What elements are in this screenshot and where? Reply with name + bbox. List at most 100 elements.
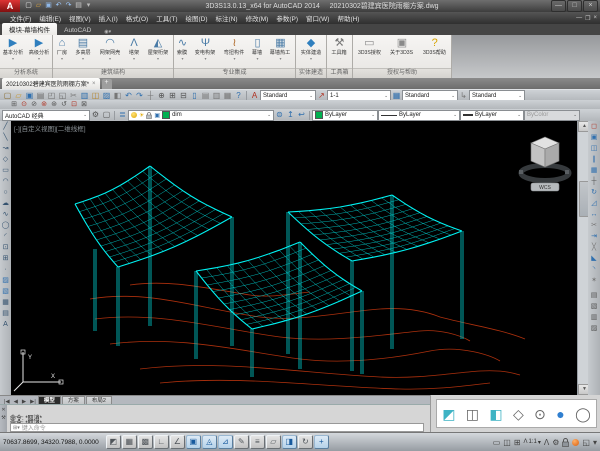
copy-object-icon[interactable]: ▣ (589, 132, 600, 143)
publish-icon[interactable]: ◱ (57, 91, 68, 101)
ribbon-curtainwall-button[interactable]: ▯ 幕墙 ▾ (251, 35, 263, 68)
dynamic-input-toggle[interactable]: ✎ (234, 435, 249, 449)
ribbon-basic-analysis-button[interactable]: ▶ 基本分析 ▾ (1, 35, 25, 68)
menu-item[interactable]: 参数(P) (272, 13, 302, 23)
snap-mode-toggle[interactable]: ▦ (122, 435, 137, 449)
file-tab-close-icon[interactable]: × (92, 81, 96, 87)
qat-open-icon[interactable]: ▱ (34, 1, 43, 11)
transparency-toggle[interactable]: ▱ (266, 435, 281, 449)
send-to-back-icon[interactable]: ▧ (589, 301, 600, 312)
maximize-button[interactable]: □ (567, 0, 582, 12)
object-color-combo[interactable]: ByLayer⌄ (312, 110, 378, 121)
vs-wireframe-icon[interactable]: ◫ (466, 404, 479, 424)
ribbon-factory-button[interactable]: ⌂ 厂房 ▾ (56, 35, 68, 68)
layer-on-bulb-icon[interactable] (131, 112, 137, 118)
ribbon-tab-module[interactable]: 模块-幕墙构件 (2, 23, 57, 35)
performance-tuner-icon[interactable] (572, 439, 579, 446)
extend-icon[interactable]: ⇥ (589, 231, 600, 242)
ellipse-icon[interactable]: ◯ (0, 220, 11, 231)
menu-item[interactable]: 工具(T) (152, 13, 181, 23)
workspace-settings-gear-icon[interactable]: ⚙ (90, 110, 101, 120)
ribbon-spaceframe-button[interactable]: ◠ 网架网壳 ▾ (98, 35, 122, 68)
zoom-realtime-icon[interactable]: ⊕ (156, 91, 167, 101)
point-icon[interactable]: · (0, 264, 11, 275)
vs-hidden-icon[interactable]: ◧ (489, 404, 502, 424)
close-button[interactable]: × (583, 0, 598, 12)
break-icon[interactable]: ╳ (589, 242, 600, 253)
vs-conceptual-icon[interactable]: ⊙ (534, 404, 546, 424)
grid-display-toggle[interactable]: ▩ (138, 435, 153, 449)
app-logo[interactable]: A (0, 0, 20, 12)
make-block-icon[interactable]: ⊞ (0, 253, 11, 264)
command-window-grip[interactable]: ✕ ⚒ (0, 405, 7, 435)
doc-minimize-button[interactable]: — (576, 15, 582, 22)
ribbon-twisted-member-button[interactable]: ≀ 弯扭构件 ▾ (222, 35, 246, 68)
command-window[interactable]: ✕ ⚒ 命令: *取消*命令: *取消*命令: <切换到: 模型>重生成模型 -… (0, 404, 430, 433)
menu-item[interactable]: 帮助(H) (333, 13, 363, 23)
ribbon-multistory-button[interactable]: ▤ 多高层 ▾ (74, 35, 92, 68)
block-editor-icon[interactable]: ◧ (112, 91, 123, 101)
ucs-previous-icon[interactable]: ↺ (59, 101, 69, 109)
vs-realistic-icon[interactable]: ◇ (513, 404, 524, 424)
polar-tracking-toggle[interactable]: ∠ (170, 435, 185, 449)
annotation-monitor-toggle[interactable]: + (314, 435, 329, 449)
send-under-icon[interactable]: ▨ (589, 323, 600, 334)
clean-screen-icon[interactable]: ◱ (582, 438, 590, 447)
dynamic-ucs-toggle[interactable]: ⊿ (218, 435, 233, 449)
doc-restore-button[interactable]: ❐ (585, 15, 590, 22)
annotation-visibility-icon[interactable]: Λ (544, 438, 549, 447)
cut-icon[interactable]: ✂ (68, 91, 79, 101)
ortho-mode-toggle[interactable]: ∟ (154, 435, 169, 449)
view-cube[interactable]: WCS (519, 137, 569, 191)
explode-icon[interactable]: ✶ (589, 275, 600, 286)
offset-icon[interactable]: ∥ (589, 154, 600, 165)
bring-to-front-icon[interactable]: ▤ (589, 290, 600, 301)
quick-properties-toggle[interactable]: ◨ (282, 435, 297, 449)
design-center-icon[interactable]: ▤ (200, 91, 211, 101)
ucs-object-icon[interactable]: ⊚ (39, 101, 49, 109)
undo-icon[interactable]: ↶ (123, 91, 134, 101)
rectangle-icon[interactable]: ▭ (0, 165, 11, 176)
qat-undo-icon[interactable]: ↶ (54, 1, 63, 11)
ucs-z-axis-icon[interactable]: ⊠ (79, 101, 89, 109)
qat-plot-icon[interactable]: ▤ (74, 1, 83, 11)
new-icon[interactable]: ▢ (2, 91, 13, 101)
construction-line-icon[interactable]: ╲ (0, 132, 11, 143)
menu-item[interactable]: 绘图(D) (182, 13, 212, 23)
ribbon-solid-build-button[interactable]: ◆ 实体建造 ▾ (299, 35, 323, 68)
zoom-previous-icon[interactable]: ⊟ (178, 91, 189, 101)
save-icon[interactable]: ▣ (24, 91, 35, 101)
ucs-origin-icon[interactable]: ⊡ (69, 101, 79, 109)
move-icon[interactable]: ┼ (589, 176, 600, 187)
menu-item[interactable]: 插入(I) (95, 13, 122, 23)
qat-menu-caret-icon[interactable]: ▾ (84, 1, 93, 11)
plot-preview-icon[interactable]: ◰ (46, 91, 57, 101)
layer-freeze-sun-icon[interactable]: ☀ (139, 112, 144, 119)
hatch-icon[interactable]: ▨ (0, 275, 11, 286)
ellipse-arc-icon[interactable]: ◜ (0, 231, 11, 242)
table-icon[interactable]: ▤ (0, 308, 11, 319)
layer-lock-icon[interactable] (146, 112, 152, 119)
rotate-icon[interactable]: ↻ (589, 187, 600, 198)
polygon-icon[interactable]: ◇ (0, 154, 11, 165)
trim-icon[interactable]: ✂ (589, 220, 600, 231)
circle-icon[interactable]: ○ (0, 187, 11, 198)
menu-item[interactable]: 文件(F) (6, 13, 35, 23)
menu-item[interactable]: 格式(O) (122, 13, 152, 23)
qat-new-icon[interactable]: ▢ (24, 1, 33, 11)
tool-palettes-icon[interactable]: ▥ (211, 91, 222, 101)
doc-close-button[interactable]: × (593, 15, 597, 22)
workspace-monitor-icon[interactable]: ▢ (101, 110, 112, 120)
properties-icon[interactable]: ▯ (189, 91, 200, 101)
vs-shaded-icon[interactable]: ● (556, 404, 564, 424)
ribbon-tower-button[interactable]: Λ 塔架 ▾ (128, 35, 140, 68)
annotation-scale-button[interactable]: Λ 1:1 ▾ (524, 439, 541, 446)
command-prompt-icon[interactable]: ⊞▾ (11, 425, 22, 431)
infer-constraints-toggle[interactable]: ◩ (106, 435, 121, 449)
gradient-icon[interactable]: ▧ (0, 286, 11, 297)
layer-previous-icon[interactable]: ↩ (296, 110, 307, 120)
menu-item[interactable]: 修改(M) (242, 13, 273, 23)
lineweight-combo[interactable]: ByLayer⌄ (460, 110, 524, 121)
command-customize-icon[interactable]: ⚒ (1, 415, 5, 421)
ucs-world-icon[interactable]: ⊘ (29, 101, 39, 109)
